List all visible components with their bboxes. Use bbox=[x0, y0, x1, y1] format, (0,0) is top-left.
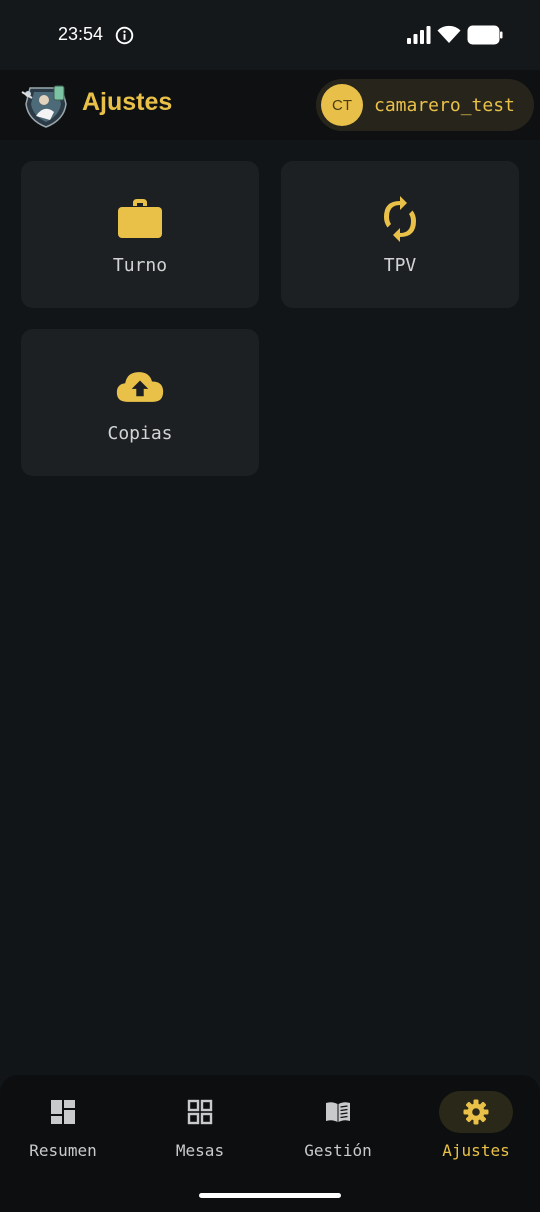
user-chip[interactable]: CT camarero_test bbox=[316, 79, 534, 131]
status-time: 23:54 bbox=[58, 24, 104, 44]
status-bar: 23:54 bbox=[0, 0, 540, 70]
nav-item-mesas[interactable]: Mesas bbox=[140, 1091, 260, 1167]
wifi-icon bbox=[437, 25, 461, 43]
nav-pill bbox=[26, 1091, 100, 1133]
app-header: Ajustes CT camarero_test bbox=[0, 70, 540, 140]
grid-icon bbox=[187, 1099, 213, 1125]
avatar: CT bbox=[321, 84, 363, 126]
book-icon bbox=[326, 1102, 350, 1122]
nav-item-resumen[interactable]: Resumen bbox=[3, 1091, 123, 1167]
battery-icon bbox=[467, 25, 503, 45]
tile-label: TPV bbox=[383, 255, 417, 276]
home-indicator[interactable] bbox=[199, 1193, 341, 1198]
signal-icon bbox=[407, 26, 431, 44]
screen: 23:54 Ajustes CT camarero_test Turno TPV… bbox=[0, 0, 540, 1212]
tile-turno[interactable]: Turno bbox=[21, 161, 259, 308]
nav-pill bbox=[301, 1091, 375, 1133]
tile-label: Turno bbox=[112, 255, 168, 276]
nav-label: Ajustes bbox=[442, 1141, 510, 1160]
sync-icon bbox=[384, 196, 416, 242]
nav-label: Gestión bbox=[304, 1141, 372, 1160]
page-title: Ajustes bbox=[82, 88, 173, 116]
nav-label: Resumen bbox=[29, 1141, 97, 1160]
nav-pill bbox=[163, 1091, 237, 1133]
dashboard-icon bbox=[51, 1100, 75, 1124]
briefcase-icon bbox=[118, 199, 162, 238]
nav-label: Mesas bbox=[175, 1141, 225, 1160]
cloud-upload-icon bbox=[116, 372, 164, 402]
app-logo bbox=[21, 85, 67, 128]
nav-item-ajustes[interactable]: Ajustes bbox=[416, 1091, 536, 1167]
tile-copias[interactable]: Copias bbox=[21, 329, 259, 476]
gear-icon bbox=[463, 1099, 489, 1125]
info-icon bbox=[115, 26, 134, 45]
tile-tpv[interactable]: TPV bbox=[281, 161, 519, 308]
bottom-nav: Resumen Mesas Gestión Ajustes bbox=[0, 1075, 540, 1212]
tile-label: Copias bbox=[107, 423, 173, 444]
nav-item-gestion[interactable]: Gestión bbox=[278, 1091, 398, 1167]
user-name: camarero_test bbox=[374, 94, 515, 116]
nav-pill-active bbox=[439, 1091, 513, 1133]
